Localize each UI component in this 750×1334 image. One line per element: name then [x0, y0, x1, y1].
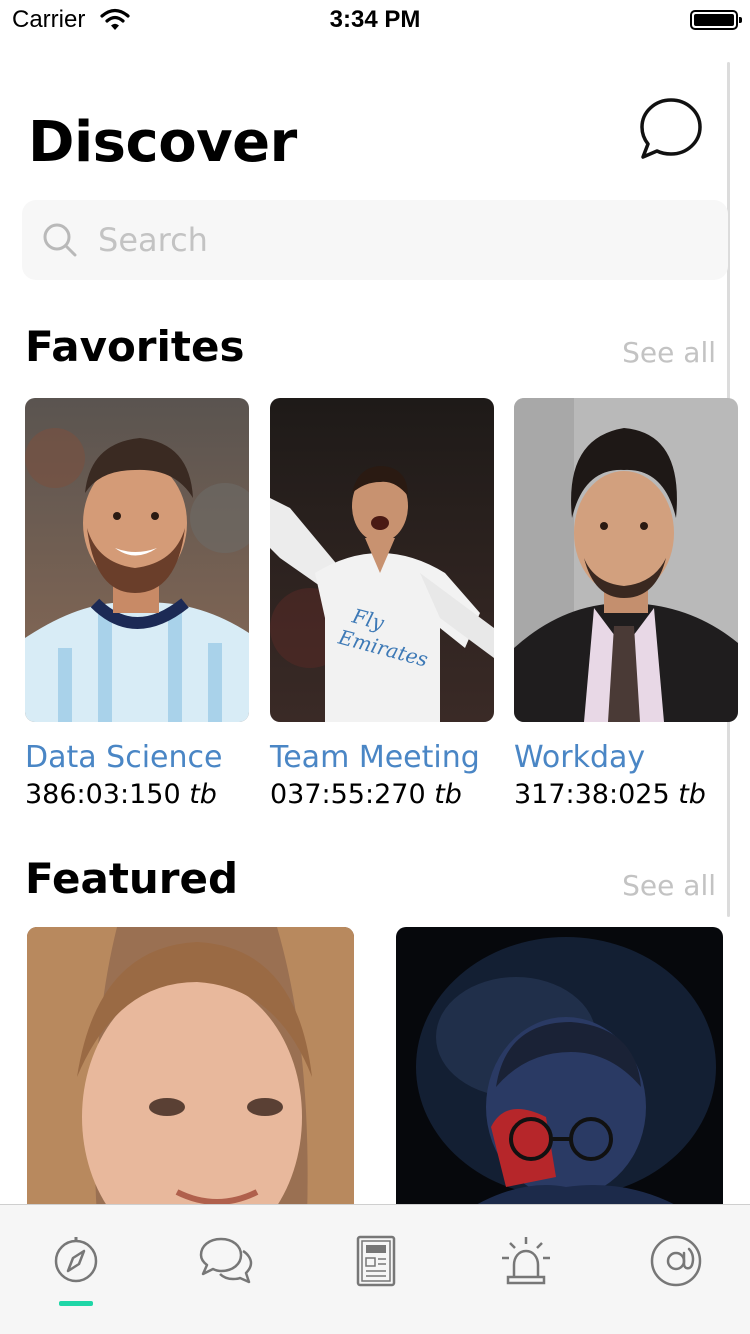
status-time: 3:34 PM [329, 6, 421, 33]
battery-icon [690, 10, 742, 30]
search-bar[interactable] [22, 200, 728, 280]
favorite-photo [25, 398, 249, 722]
favorite-photo [514, 398, 738, 722]
featured-photo [396, 927, 723, 1217]
favorite-time-value: 037:55:270 [270, 779, 426, 810]
favorite-name: Data Science [25, 740, 223, 775]
page-title: Discover [28, 110, 297, 175]
tab-mentions[interactable] [646, 1231, 706, 1291]
tab-alerts[interactable] [496, 1231, 556, 1291]
tab-news[interactable] [346, 1231, 406, 1291]
favorite-card[interactable]: Workday 317:38:025 tb [514, 398, 738, 810]
favorite-photo: Fly Emirates [270, 398, 494, 722]
at-sign-icon [650, 1235, 702, 1287]
favorite-time-value: 317:38:025 [514, 779, 670, 810]
featured-title: Featured [25, 854, 239, 903]
favorite-time: 386:03:150 tb [25, 779, 249, 810]
favorite-time-unit: tb [678, 779, 706, 810]
favorites-title: Favorites [25, 322, 245, 371]
featured-card[interactable] [396, 927, 723, 1217]
newspaper-icon [356, 1235, 396, 1287]
compass-icon [54, 1237, 98, 1283]
status-bar: Carrier 3:34 PM [0, 0, 750, 40]
chat-bubble-icon [640, 98, 702, 159]
favorite-card[interactable]: Fly Emirates Team Meeting 037:55:270 tb [270, 398, 494, 810]
favorites-see-all-link[interactable]: See all [622, 336, 716, 369]
favorite-card[interactable]: Data Science 386:03:150 tb [25, 398, 249, 810]
tab-messages[interactable] [195, 1231, 255, 1291]
alarm-light-icon [502, 1237, 550, 1285]
tab-discover[interactable] [46, 1231, 106, 1291]
favorite-time-unit: tb [189, 779, 217, 810]
search-icon [43, 223, 77, 257]
favorite-time-value: 386:03:150 [25, 779, 181, 810]
chat-button[interactable] [638, 96, 704, 162]
search-input[interactable] [98, 218, 698, 262]
chat-bubbles-icon [199, 1237, 253, 1284]
favorite-name: Workday [514, 740, 646, 775]
tab-bar [0, 1204, 750, 1334]
favorite-time: 317:38:025 tb [514, 779, 738, 810]
favorite-time: 037:55:270 tb [270, 779, 494, 810]
featured-card[interactable] [27, 927, 354, 1217]
featured-see-all-link[interactable]: See all [622, 869, 716, 902]
favorite-time-unit: tb [434, 779, 462, 810]
featured-photo [27, 927, 354, 1217]
favorite-name: Team Meeting [270, 740, 480, 775]
active-tab-indicator [59, 1301, 93, 1306]
